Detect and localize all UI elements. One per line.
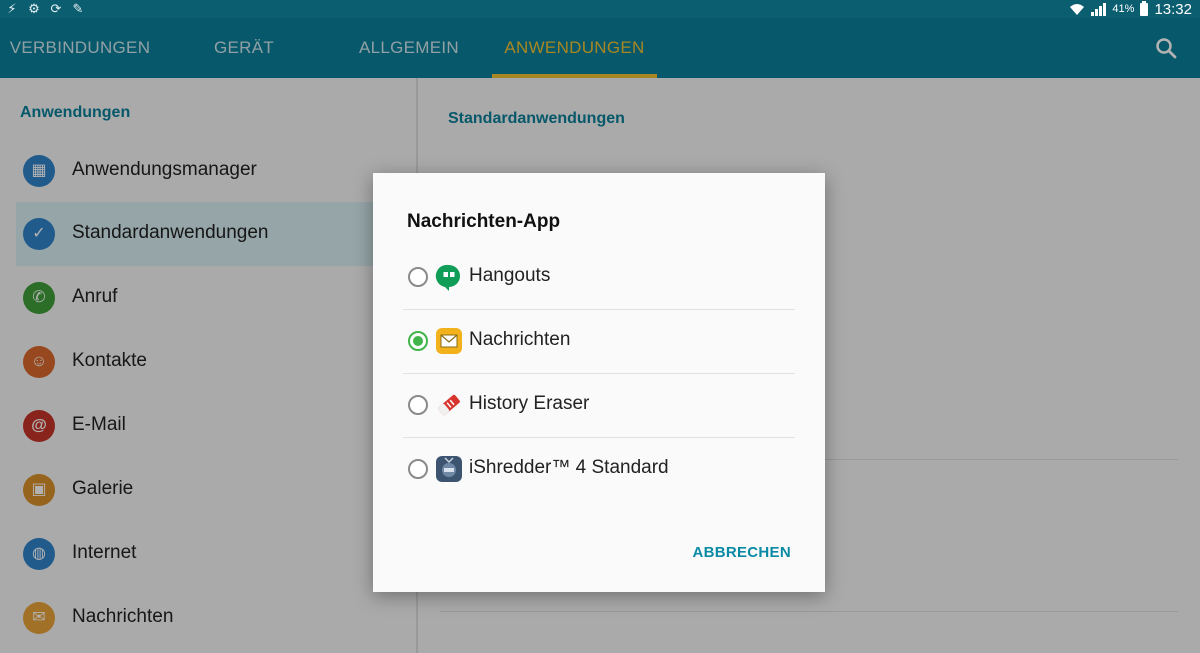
wifi-icon xyxy=(1070,3,1085,15)
option-label: iShredder™ 4 Standard xyxy=(469,457,669,478)
cancel-button[interactable]: ABBRECHEN xyxy=(692,544,791,561)
shredder-icon xyxy=(436,456,462,482)
settings-gear-icon: ⚙ xyxy=(28,1,40,16)
messaging-app-dialog: Nachrichten-App Hangouts Nachrichten His… xyxy=(373,173,825,592)
signal-icon xyxy=(1091,2,1107,16)
battery-icon xyxy=(1140,0,1149,16)
option-history-eraser[interactable]: History Eraser xyxy=(403,373,795,437)
radio-button[interactable] xyxy=(408,459,428,479)
hangouts-icon xyxy=(435,264,460,291)
option-label: Nachrichten xyxy=(469,329,571,350)
clean-icon: ✎ xyxy=(72,1,84,16)
radio-button-checked[interactable] xyxy=(408,331,428,351)
status-right: 41% 13:32 xyxy=(1069,0,1192,18)
option-nachrichten[interactable]: Nachrichten xyxy=(403,309,795,373)
option-label: History Eraser xyxy=(469,393,590,414)
eraser-icon xyxy=(438,394,460,416)
messages-app-icon xyxy=(436,328,462,354)
flash-icon: ⚡ xyxy=(7,1,17,16)
radio-button[interactable] xyxy=(408,395,428,415)
status-bar: ⚡ ⚙ ⟳ ✎ 41% 13:32 xyxy=(0,0,1200,18)
option-hangouts[interactable]: Hangouts xyxy=(403,245,795,309)
status-left-icons: ⚡ ⚙ ⟳ ✎ xyxy=(4,1,86,16)
sync-icon: ⟳ xyxy=(50,1,62,16)
dialog-title: Nachrichten-App xyxy=(407,211,561,232)
option-label: Hangouts xyxy=(469,265,551,286)
radio-button[interactable] xyxy=(408,267,428,287)
clock: 13:32 xyxy=(1154,0,1192,18)
option-ishredder[interactable]: iShredder™ 4 Standard xyxy=(403,437,795,501)
battery-percent: 41% xyxy=(1112,3,1135,15)
